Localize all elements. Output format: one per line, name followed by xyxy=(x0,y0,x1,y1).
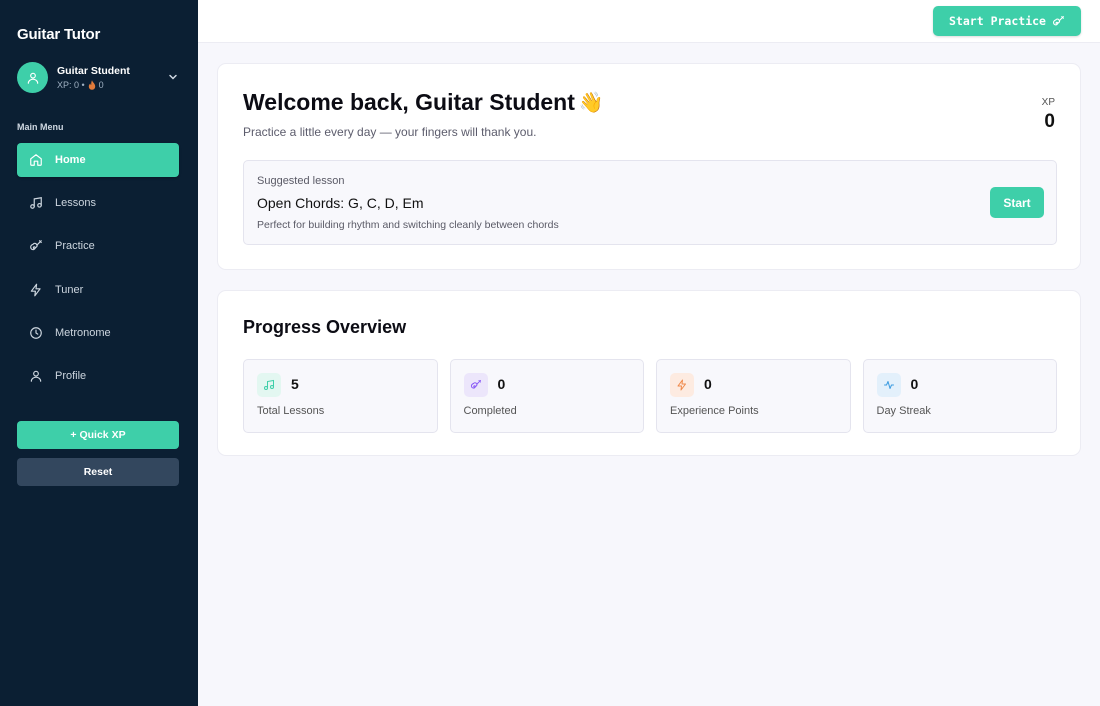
sidebar-item-label: Lessons xyxy=(55,197,96,210)
suggested-lesson-title: Open Chords: G, C, D, Em xyxy=(257,195,424,211)
sidebar-item-home[interactable]: Home xyxy=(17,143,179,177)
user-name: Guitar Student xyxy=(57,65,130,77)
sidebar-item-profile[interactable]: Profile xyxy=(17,359,179,393)
main-menu: Home Lessons Practice Tuner Metronome Pr… xyxy=(17,143,179,402)
user-meta: XP: 0 • 0 xyxy=(57,80,104,90)
sidebar-item-tuner[interactable]: Tuner xyxy=(17,273,179,307)
sidebar-item-label: Practice xyxy=(55,240,95,253)
user-icon xyxy=(29,369,43,383)
suggested-lesson-description: Perfect for building rhythm and switchin… xyxy=(257,219,559,231)
sidebar-item-label: Tuner xyxy=(55,283,84,296)
reset-button[interactable]: Reset xyxy=(17,458,179,486)
stat-card-completed: 0 Completed xyxy=(449,359,644,433)
menu-heading: Main Menu xyxy=(17,122,64,132)
start-lesson-button[interactable]: Start xyxy=(990,187,1044,218)
lightning-icon xyxy=(29,283,43,297)
app-title: Guitar Tutor xyxy=(17,26,101,43)
start-practice-button[interactable]: Start Practice xyxy=(933,6,1081,36)
home-icon xyxy=(29,153,43,167)
topbar: Start Practice xyxy=(198,0,1100,43)
stats-row: 5 Total Lessons 0 Completed 0 Experience… xyxy=(243,359,1057,433)
music-note-icon xyxy=(257,373,281,397)
avatar xyxy=(17,62,48,93)
guitar-icon xyxy=(463,373,488,397)
user-streak-value: 0 xyxy=(98,80,104,90)
sidebar-item-practice[interactable]: Practice xyxy=(17,229,179,263)
stat-card-day-streak: 0 Day Streak xyxy=(862,359,1057,433)
welcome-subtitle: Practice a little every day — your finge… xyxy=(243,125,537,139)
stat-label: Day Streak xyxy=(876,405,931,417)
sidebar-item-lessons[interactable]: Lessons xyxy=(17,186,179,220)
guitar-icon xyxy=(1052,15,1064,25)
sidebar-item-metronome[interactable]: Metronome xyxy=(17,316,179,350)
sidebar-item-label: Profile xyxy=(55,369,87,382)
music-note-icon xyxy=(29,196,43,210)
clock-icon xyxy=(29,326,43,340)
suggested-lesson-kicker: Suggested lesson xyxy=(257,175,345,187)
lightning-icon xyxy=(670,373,694,397)
xp-value: 0 xyxy=(1044,111,1055,132)
page-title: Welcome back, Guitar Student 👋 xyxy=(243,89,604,116)
sidebar-item-label: Home xyxy=(55,154,86,166)
welcome-title-text: Welcome back, Guitar Student xyxy=(243,89,575,115)
section-title: Progress Overview xyxy=(243,317,407,337)
stat-label: Total Lessons xyxy=(257,405,325,417)
stat-label: Completed xyxy=(463,405,517,417)
progress-overview-card: Progress Overview 5 Total Lessons 0 Comp… xyxy=(217,290,1081,456)
stat-value: 5 xyxy=(291,376,299,392)
stat-value: 0 xyxy=(704,376,712,392)
sidebar-item-label: Metronome xyxy=(55,326,111,339)
waving-hand-icon: 👋 xyxy=(578,92,604,114)
stat-value: 0 xyxy=(910,376,919,392)
quick-xp-button[interactable]: + Quick XP xyxy=(17,421,179,449)
stat-card-experience-points: 0 Experience Points xyxy=(656,359,851,433)
guitar-icon xyxy=(29,239,43,253)
start-practice-label: Start Practice xyxy=(949,14,1046,28)
xp-label: XP xyxy=(1041,97,1055,108)
chevron-down-icon[interactable] xyxy=(167,71,179,83)
user-card[interactable]: Guitar Student XP: 0 • 0 xyxy=(17,62,179,94)
user-icon xyxy=(27,72,38,84)
suggested-lesson: Suggested lesson Open Chords: G, C, D, E… xyxy=(243,160,1057,245)
user-xp-text: XP: 0 • xyxy=(57,80,85,90)
stat-label: Experience Points xyxy=(670,405,759,417)
sidebar: Guitar Tutor Guitar Student XP: 0 • 0 Ma… xyxy=(0,0,198,706)
fire-icon xyxy=(88,80,95,90)
stat-value: 0 xyxy=(497,376,506,392)
stat-card-total-lessons: 5 Total Lessons xyxy=(243,359,438,433)
activity-icon xyxy=(876,373,901,397)
welcome-card: Welcome back, Guitar Student 👋 Practice … xyxy=(217,63,1081,270)
